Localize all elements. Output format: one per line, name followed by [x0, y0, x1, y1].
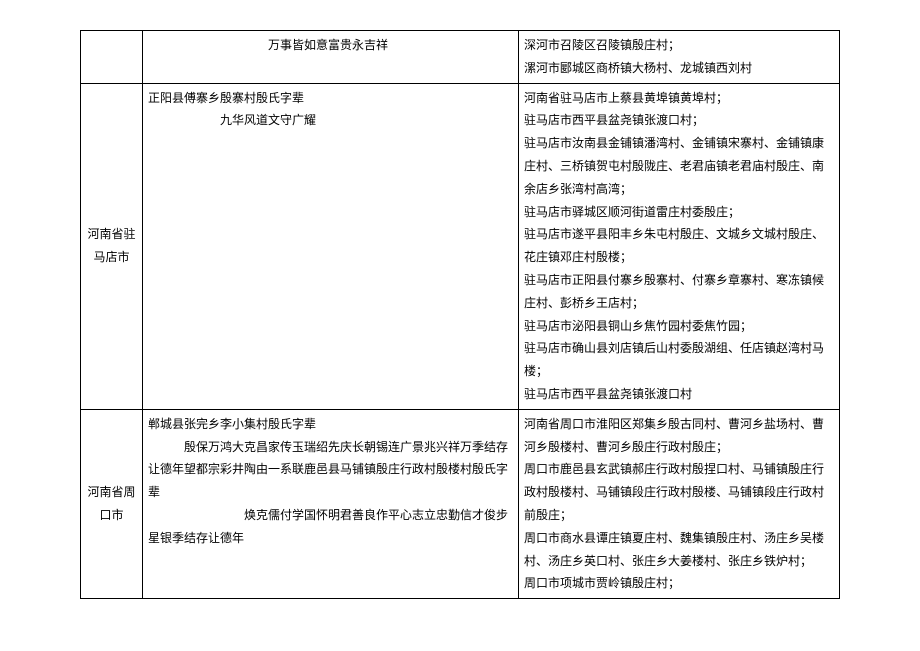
village-line: 漯河市郾城区商桥镇大杨村、龙城镇西刘村: [524, 57, 834, 80]
region-cell: 河南省周口市: [81, 409, 143, 598]
genealogy-line: 九华风道文守广耀: [148, 109, 513, 132]
genealogy-text-cell: 正阳县傅寨乡殷寨村殷氏字辈九华风道文守广耀: [143, 83, 519, 409]
village-line: 驻马店市汝南县金铺镇潘湾村、金铺镇宋寨村、金铺镇康庄村、三桥镇贺屯村殷陇庄、老君…: [524, 132, 834, 200]
village-line: 周口市鹿邑县玄武镇郝庄行政村殷捏口村、马铺镇殷庄行政村殷楼村、马铺镇段庄行政村殷…: [524, 458, 834, 526]
table-row: 万事皆如意富贵永吉祥深河市召陵区召陵镇殷庄村；漯河市郾城区商桥镇大杨村、龙城镇西…: [81, 31, 840, 84]
village-line: 深河市召陵区召陵镇殷庄村；: [524, 34, 834, 57]
genealogy-line: 万事皆如意富贵永吉祥: [148, 34, 513, 57]
villages-cell: 深河市召陵区召陵镇殷庄村；漯河市郾城区商桥镇大杨村、龙城镇西刘村: [519, 31, 840, 84]
village-line: 周口市项城市贾岭镇殷庄村；: [524, 572, 834, 595]
genealogy-text-cell: 万事皆如意富贵永吉祥: [143, 31, 519, 84]
village-line: 周口市商水县谭庄镇夏庄村、魏集镇殷庄村、汤庄乡吴楼村、汤庄乡英口村、张庄乡大姜楼…: [524, 527, 834, 573]
genealogy-line: 殷保万鸿大克昌家传玉瑞绍先庆长朝锡连广景兆兴祥万季结存让德年望都宗彩井陶由一系联…: [148, 436, 513, 504]
region-cell: [81, 31, 143, 84]
region-cell: 河南省驻马店市: [81, 83, 143, 409]
village-line: 驻马店市驿城区顺河街道雷庄村委殷庄；: [524, 201, 834, 224]
genealogy-line: 郸城县张完乡李小集村殷氏字辈: [148, 413, 513, 436]
table-row: 河南省周口市郸城县张完乡李小集村殷氏字辈殷保万鸿大克昌家传玉瑞绍先庆长朝锡连广景…: [81, 409, 840, 598]
village-line: 驻马店市正阳县付寨乡殷寨村、付寨乡章寨村、寒冻镇候庄村、彭桥乡王店村；: [524, 269, 834, 315]
genealogy-line: 正阳县傅寨乡殷寨村殷氏字辈: [148, 87, 513, 110]
genealogy-text-cell: 郸城县张完乡李小集村殷氏字辈殷保万鸿大克昌家传玉瑞绍先庆长朝锡连广景兆兴祥万季结…: [143, 409, 519, 598]
village-line: 驻马店市泌阳县铜山乡焦竹园村委焦竹园；: [524, 315, 834, 338]
village-line: 河南省驻马店市上蔡县黄埠镇黄埠村；: [524, 87, 834, 110]
village-line: 驻马店市西平县盆尧镇张渡口村: [524, 383, 834, 406]
table-row: 河南省驻马店市正阳县傅寨乡殷寨村殷氏字辈九华风道文守广耀河南省驻马店市上蔡县黄埠…: [81, 83, 840, 409]
village-line: 驻马店市确山县刘店镇后山村委殷湖组、任店镇赵湾村马楼；: [524, 337, 834, 383]
villages-cell: 河南省驻马店市上蔡县黄埠镇黄埠村；驻马店市西平县盆尧镇张渡口村；驻马店市汝南县金…: [519, 83, 840, 409]
village-line: 河南省周口市淮阳区郑集乡殷古同村、曹河乡盐场村、曹河乡殷楼村、曹河乡殷庄行政村殷…: [524, 413, 834, 459]
village-line: 驻马店市遂平县阳丰乡朱屯村殷庄、文城乡文城村殷庄、花庄镇邓庄村殷楼；: [524, 223, 834, 269]
genealogy-table: 万事皆如意富贵永吉祥深河市召陵区召陵镇殷庄村；漯河市郾城区商桥镇大杨村、龙城镇西…: [80, 30, 840, 599]
village-line: 驻马店市西平县盆尧镇张渡口村；: [524, 109, 834, 132]
villages-cell: 河南省周口市淮阳区郑集乡殷古同村、曹河乡盐场村、曹河乡殷楼村、曹河乡殷庄行政村殷…: [519, 409, 840, 598]
genealogy-line: 焕克儒付学国怀明君善良作平心志立忠勤信才俊步星银季结存让德年: [148, 504, 513, 550]
